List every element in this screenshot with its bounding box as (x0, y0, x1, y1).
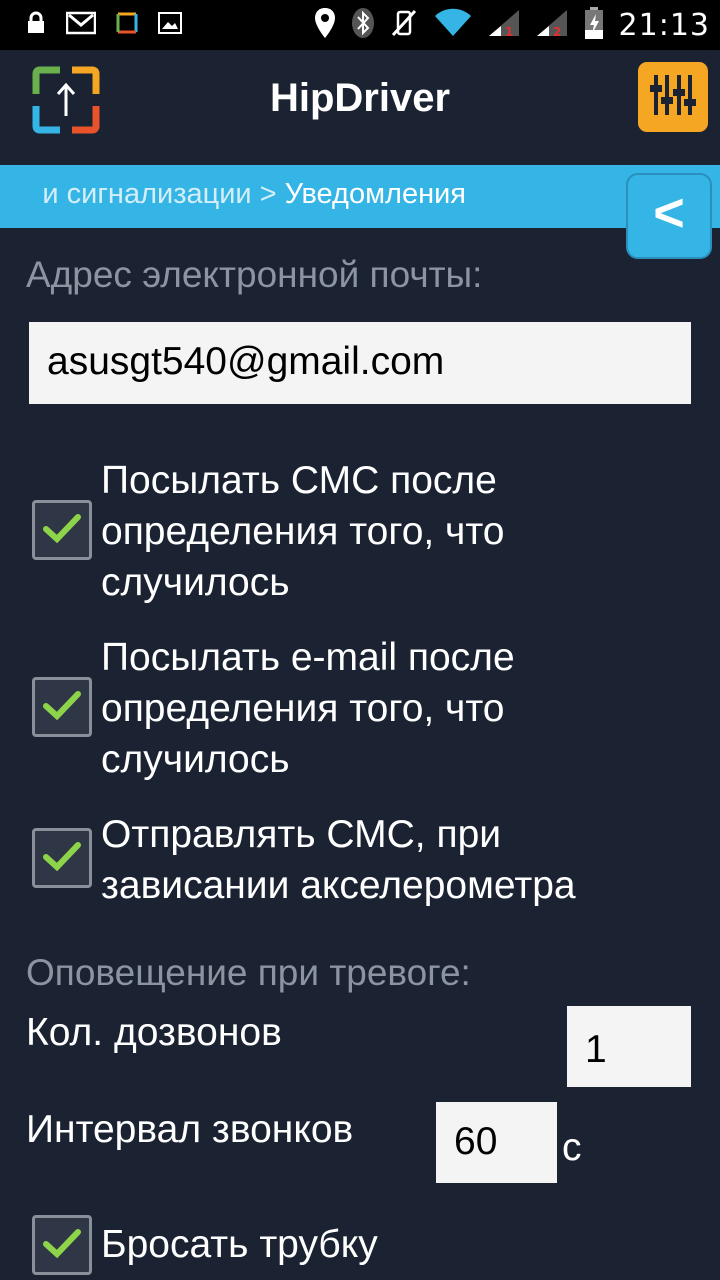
label-line: определения того, что (101, 510, 505, 553)
gallery-icon (158, 12, 182, 38)
gmail-icon (65, 11, 97, 39)
call-count-label: Кол. дозвонов (26, 1011, 282, 1054)
breadcrumb-path[interactable]: и сигнализации > (42, 178, 284, 210)
bluetooth-icon (351, 7, 375, 43)
svg-text:2: 2 (553, 25, 561, 38)
checkmark-icon (42, 839, 82, 877)
back-chevron-icon: < (653, 183, 685, 243)
hang-up-label[interactable]: Бросать трубку (101, 1219, 378, 1270)
back-button[interactable]: < (626, 173, 712, 259)
hang-up-checkbox[interactable] (32, 1215, 92, 1275)
label-line: определения того, что (101, 687, 505, 730)
label-line: Посылать e-mail после (101, 636, 515, 679)
checkmark-icon (42, 1226, 82, 1264)
call-interval-label: Интервал звонков (26, 1108, 354, 1151)
call-count-field[interactable]: 1 (567, 1006, 691, 1087)
signal-sim2-icon: 2 (535, 8, 569, 42)
call-interval-value: 60 (454, 1120, 498, 1163)
label-line: Отправлять СМС, при (101, 813, 502, 856)
alarm-section-label: Оповещение при тревоге: (26, 952, 471, 993)
app-title: HipDriver (269, 76, 451, 120)
sms-after-event-label[interactable]: Посылать СМС после определения того, что… (101, 455, 504, 608)
sms-after-event-checkbox[interactable] (32, 500, 92, 560)
email-value: asusgt540@gmail.com (47, 340, 445, 383)
breadcrumb-current: Уведомления (284, 178, 466, 210)
wifi-icon (433, 8, 473, 42)
label-line: зависании акселерометра (101, 864, 576, 907)
call-count-value: 1 (585, 1028, 607, 1071)
breadcrumb: и сигнализации > Уведомления (0, 165, 720, 228)
signal-sim1-icon: 1 (487, 8, 521, 42)
settings-button[interactable] (638, 62, 708, 132)
notification-app-icon (116, 12, 138, 38)
email-after-event-label[interactable]: Посылать e-mail после определения того, … (101, 632, 515, 785)
battery-charging-icon (583, 6, 605, 44)
label-line: случилось (101, 561, 290, 604)
checkmark-icon (42, 511, 82, 549)
status-bar: 1 2 21:13 (0, 0, 720, 50)
call-interval-unit: с (562, 1126, 582, 1169)
label-line: Посылать СМС после (101, 459, 497, 502)
sms-accelerometer-hang-checkbox[interactable] (32, 828, 92, 888)
location-icon (313, 7, 337, 43)
svg-text:1: 1 (505, 25, 513, 38)
equalizer-settings-icon (648, 71, 698, 123)
checkmark-icon (42, 688, 82, 726)
sms-accelerometer-hang-label[interactable]: Отправлять СМС, при зависании акселероме… (101, 809, 576, 911)
email-after-event-checkbox[interactable] (32, 677, 92, 737)
lock-icon (26, 11, 46, 39)
email-field[interactable]: asusgt540@gmail.com (29, 322, 691, 404)
status-time: 21:13 (618, 7, 710, 43)
email-label: Адрес электронной почты: (26, 254, 483, 295)
label-line: случилось (101, 738, 290, 781)
app-header: HipDriver (0, 50, 720, 165)
call-interval-field[interactable]: 60 (436, 1102, 557, 1183)
vibrate-off-icon (389, 7, 419, 43)
